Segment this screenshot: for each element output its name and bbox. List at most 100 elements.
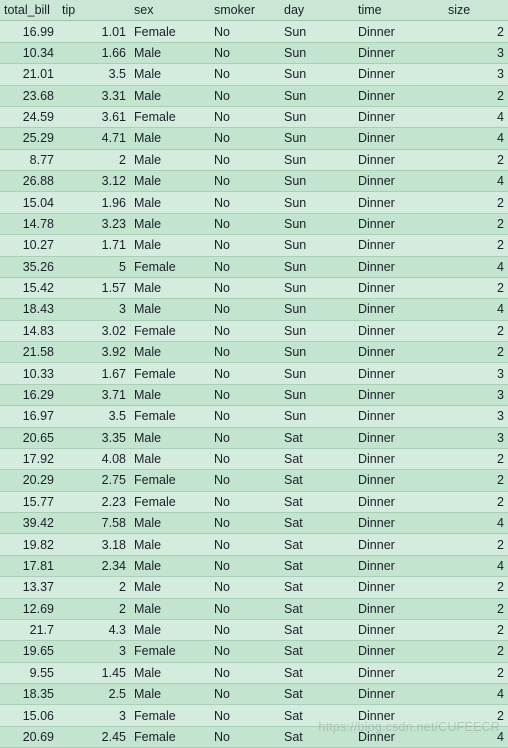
cell-size: 4: [444, 106, 508, 127]
cell-sex: Female: [130, 705, 210, 726]
cell-total-bill: 10.33: [0, 363, 58, 384]
col-day: day: [280, 0, 354, 21]
cell-tip: 3.71: [58, 384, 130, 405]
cell-total-bill: 17.92: [0, 448, 58, 469]
cell-total-bill: 20.65: [0, 427, 58, 448]
cell-sex: Female: [130, 256, 210, 277]
cell-tip: 1.57: [58, 277, 130, 298]
cell-size: 3: [444, 427, 508, 448]
cell-time: Dinner: [354, 192, 444, 213]
cell-total-bill: 18.35: [0, 684, 58, 705]
cell-day: Sat: [280, 534, 354, 555]
cell-size: 2: [444, 448, 508, 469]
cell-sex: Female: [130, 641, 210, 662]
cell-time: Dinner: [354, 534, 444, 555]
cell-tip: 2.23: [58, 491, 130, 512]
table-row: 18.352.5MaleNoSatDinner4: [0, 684, 508, 705]
cell-sex: Male: [130, 598, 210, 619]
cell-total-bill: 19.82: [0, 534, 58, 555]
cell-day: Sun: [280, 149, 354, 170]
cell-tip: 2: [58, 598, 130, 619]
cell-time: Dinner: [354, 513, 444, 534]
cell-sex: Male: [130, 577, 210, 598]
cell-total-bill: 15.42: [0, 277, 58, 298]
cell-total-bill: 20.69: [0, 726, 58, 747]
cell-size: 2: [444, 85, 508, 106]
cell-total-bill: 24.59: [0, 106, 58, 127]
cell-day: Sun: [280, 299, 354, 320]
cell-sex: Male: [130, 42, 210, 63]
col-total-bill: total_bill: [0, 0, 58, 21]
cell-total-bill: 8.77: [0, 149, 58, 170]
cell-smoker: No: [210, 491, 280, 512]
cell-day: Sun: [280, 21, 354, 42]
cell-tip: 3.5: [58, 406, 130, 427]
cell-time: Dinner: [354, 577, 444, 598]
cell-day: Sat: [280, 577, 354, 598]
header-row: total_bill tip sex smoker day time size: [0, 0, 508, 21]
cell-tip: 5: [58, 256, 130, 277]
cell-smoker: No: [210, 470, 280, 491]
cell-size: 2: [444, 662, 508, 683]
cell-time: Dinner: [354, 705, 444, 726]
table-row: 10.271.71MaleNoSunDinner2: [0, 235, 508, 256]
table-row: 19.653FemaleNoSatDinner2: [0, 641, 508, 662]
cell-tip: 3.35: [58, 427, 130, 448]
cell-sex: Male: [130, 342, 210, 363]
cell-total-bill: 9.55: [0, 662, 58, 683]
col-sex: sex: [130, 0, 210, 21]
cell-smoker: No: [210, 384, 280, 405]
cell-time: Dinner: [354, 619, 444, 640]
cell-size: 4: [444, 726, 508, 747]
cell-day: Sun: [280, 256, 354, 277]
cell-size: 2: [444, 149, 508, 170]
cell-day: Sun: [280, 213, 354, 234]
table-row: 15.421.57MaleNoSunDinner2: [0, 277, 508, 298]
table-row: 24.593.61FemaleNoSunDinner4: [0, 106, 508, 127]
col-smoker: smoker: [210, 0, 280, 21]
cell-tip: 3.18: [58, 534, 130, 555]
cell-size: 2: [444, 598, 508, 619]
cell-sex: Male: [130, 277, 210, 298]
cell-tip: 2: [58, 577, 130, 598]
cell-sex: Male: [130, 534, 210, 555]
cell-size: 3: [444, 363, 508, 384]
cell-day: Sat: [280, 619, 354, 640]
cell-sex: Female: [130, 470, 210, 491]
table-row: 12.692MaleNoSatDinner2: [0, 598, 508, 619]
cell-sex: Male: [130, 448, 210, 469]
cell-tip: 1.71: [58, 235, 130, 256]
table-row: 16.991.01FemaleNoSunDinner2: [0, 21, 508, 42]
cell-size: 2: [444, 277, 508, 298]
cell-sex: Male: [130, 128, 210, 149]
cell-tip: 2.5: [58, 684, 130, 705]
cell-sex: Male: [130, 235, 210, 256]
cell-time: Dinner: [354, 384, 444, 405]
cell-smoker: No: [210, 598, 280, 619]
cell-time: Dinner: [354, 342, 444, 363]
cell-day: Sat: [280, 641, 354, 662]
cell-sex: Female: [130, 363, 210, 384]
cell-day: Sun: [280, 235, 354, 256]
cell-day: Sun: [280, 42, 354, 63]
cell-day: Sat: [280, 513, 354, 534]
cell-smoker: No: [210, 534, 280, 555]
cell-time: Dinner: [354, 106, 444, 127]
cell-sex: Male: [130, 427, 210, 448]
table-row: 19.823.18MaleNoSatDinner2: [0, 534, 508, 555]
table-row: 18.433MaleNoSunDinner4: [0, 299, 508, 320]
cell-total-bill: 15.77: [0, 491, 58, 512]
cell-sex: Male: [130, 299, 210, 320]
cell-total-bill: 25.29: [0, 128, 58, 149]
table-row: 13.372MaleNoSatDinner2: [0, 577, 508, 598]
cell-tip: 3: [58, 641, 130, 662]
cell-total-bill: 15.04: [0, 192, 58, 213]
cell-time: Dinner: [354, 235, 444, 256]
cell-time: Dinner: [354, 363, 444, 384]
cell-smoker: No: [210, 192, 280, 213]
cell-sex: Male: [130, 192, 210, 213]
cell-time: Dinner: [354, 42, 444, 63]
cell-size: 4: [444, 171, 508, 192]
table-row: 14.833.02FemaleNoSunDinner2: [0, 320, 508, 341]
cell-smoker: No: [210, 21, 280, 42]
